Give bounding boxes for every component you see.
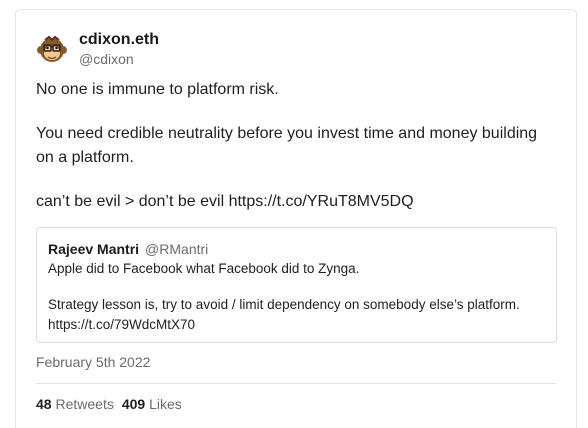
quoted-line-2: Strategy lesson is, try to avoid / limit… — [48, 297, 520, 312]
retweets-count[interactable]: 48 — [36, 396, 52, 412]
divider — [36, 383, 556, 384]
quoted-handle[interactable]: @RMantri — [145, 241, 208, 257]
tweet-paragraph-2: You need credible neutrality before you … — [36, 125, 538, 166]
quoted-tweet[interactable]: Rajeev Mantri @RMantri Apple did to Faceb… — [36, 227, 557, 343]
quoted-display-name[interactable]: Rajeev Mantri — [48, 241, 139, 257]
tweet-paragraph-3-text: can’t be evil > don’t be evil — [36, 193, 225, 210]
author-names: cdixon.eth @cdixon — [79, 30, 159, 68]
tweet-stats: 48 Retweets 409 Likes — [36, 395, 182, 413]
tweet-paragraph-3: can’t be evil > don’t be evil https://t.… — [36, 190, 556, 214]
likes-label[interactable]: Likes — [149, 396, 182, 412]
quoted-line-1: Apple did to Facebook what Facebook did … — [48, 261, 360, 276]
retweets-label[interactable]: Retweets — [55, 396, 113, 412]
author-display-name[interactable]: cdixon.eth — [79, 30, 159, 50]
tweet-card: cdixon.eth @cdixon No one is immune to p… — [15, 9, 577, 428]
quoted-link[interactable]: https://t.co/79WdcMtX70 — [48, 316, 546, 334]
tweet-date[interactable]: February 5th 2022 — [36, 353, 150, 371]
quoted-header: Rajeev Mantri @RMantri — [48, 240, 546, 258]
tweet-link[interactable]: https://t.co/YRuT8MV5DQ — [229, 193, 414, 210]
tweet-body: No one is immune to platform risk. You n… — [36, 78, 556, 214]
tweet-header: cdixon.eth @cdixon — [37, 30, 159, 68]
likes-count[interactable]: 409 — [122, 396, 145, 412]
monkey-avatar-icon[interactable] — [37, 34, 67, 64]
author-handle[interactable]: @cdixon — [79, 50, 159, 68]
tweet-paragraph-1: No one is immune to platform risk. — [36, 81, 279, 98]
